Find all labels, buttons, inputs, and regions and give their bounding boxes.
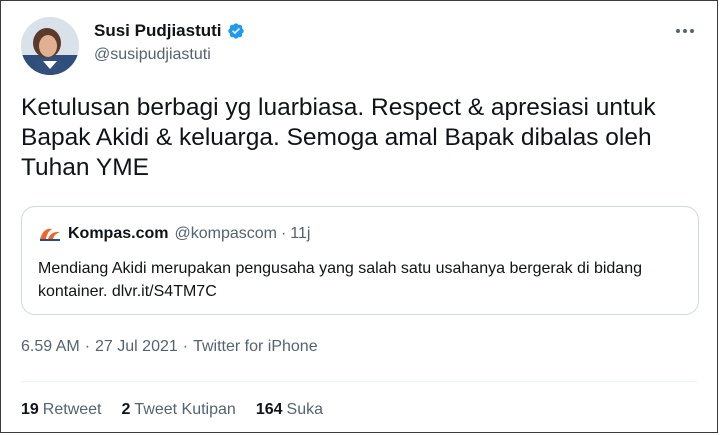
author-handle[interactable]: @susipudjiastuti	[94, 46, 211, 64]
quoted-tweet-header: Kompas.com @kompascom · 11j	[38, 225, 310, 243]
divider	[21, 381, 697, 382]
retweet-count-number: 19	[21, 401, 39, 418]
kompas-logo-icon	[40, 228, 60, 241]
author-name[interactable]: Susi Pudjiastuti	[94, 21, 245, 41]
tweet-card: Susi Pudjiastuti @susipudjiastuti Ketulu…	[0, 0, 718, 433]
meta-separator: ·	[182, 338, 189, 355]
quote-tweet-count-label: Tweet Kutipan	[134, 401, 236, 418]
retweet-count[interactable]: 19 Retweet	[21, 401, 102, 419]
author-name-text: Susi Pudjiastuti	[94, 21, 222, 40]
tweet-stats: 19 Retweet 2 Tweet Kutipan 164 Suka	[21, 401, 323, 419]
like-count[interactable]: 164 Suka	[256, 401, 323, 419]
meta-separator: ·	[84, 338, 91, 355]
quoted-time: 11j	[290, 225, 311, 242]
quoted-author-name: Kompas.com	[68, 225, 169, 242]
quoted-author-handle: @kompascom	[174, 225, 277, 242]
quoted-tweet-text: Mendiang Akidi merupakan pengusaha yang …	[38, 260, 642, 300]
tweet-meta: 6.59 AM · 27 Jul 2021 · Twitter for iPhone	[21, 338, 318, 356]
more-options-button[interactable]	[673, 21, 697, 41]
quote-tweet-count[interactable]: 2 Tweet Kutipan	[122, 401, 236, 419]
avatar-photo	[21, 17, 79, 75]
more-dots-icon	[676, 29, 694, 33]
like-count-label: Suka	[286, 401, 323, 418]
verified-badge-icon	[227, 23, 244, 39]
tweet-time[interactable]: 6.59 AM	[21, 338, 80, 355]
tweet-source[interactable]: Twitter for iPhone	[193, 338, 318, 355]
tweet-date[interactable]: 27 Jul 2021	[95, 338, 178, 355]
quote-tweet-count-number: 2	[121, 401, 131, 418]
like-count-number: 164	[255, 401, 283, 418]
retweet-count-label: Retweet	[42, 401, 102, 418]
tweet-text: Ketulusan berbagi yg luarbiasa. Respect …	[21, 94, 656, 181]
avatar[interactable]	[21, 17, 79, 75]
quoted-separator: ·	[280, 225, 287, 242]
quoted-tweet[interactable]: Kompas.com @kompascom · 11j Mendiang Aki…	[21, 206, 699, 315]
